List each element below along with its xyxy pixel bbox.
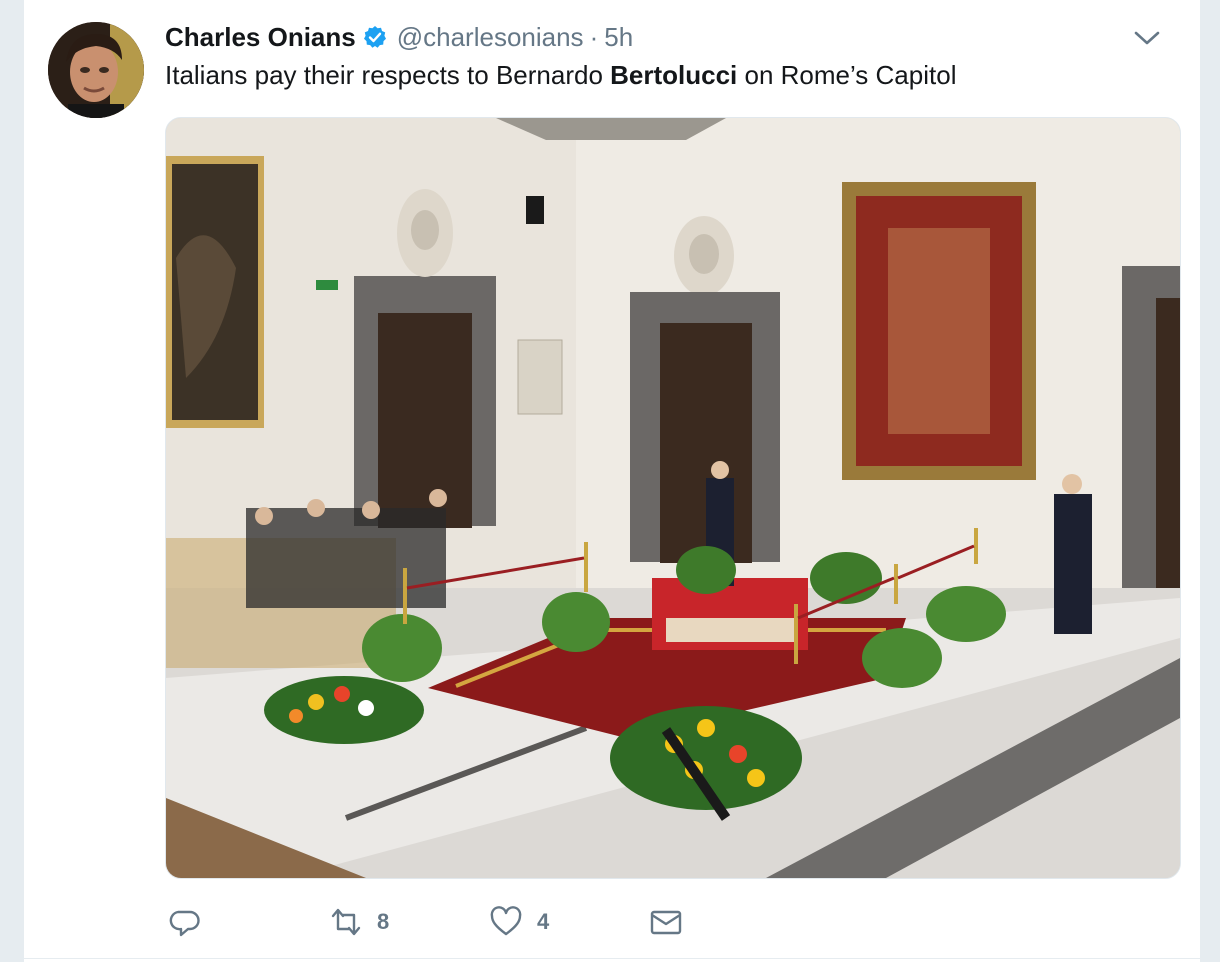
envelope-icon [650, 910, 682, 935]
tweet-text-highlight: Bertolucci [610, 60, 738, 90]
chevron-down-icon [1134, 31, 1160, 45]
direct-message-button[interactable] [649, 900, 683, 944]
tweet-card[interactable]: Charles Onians @charlesonians · 5h Itali… [24, 0, 1200, 962]
like-button[interactable]: 4 [489, 900, 549, 944]
retweet-icon [331, 908, 361, 936]
photo-image [166, 118, 1180, 878]
tweet-photo[interactable] [165, 117, 1181, 879]
verified-badge-icon [363, 25, 387, 49]
tweet-text-part: on Rome’s Capitol [737, 60, 957, 90]
retweet-count: 8 [377, 909, 390, 934]
tweet-text: Italians pay their respects to Bernardo … [165, 60, 956, 91]
header-separator: · [589, 21, 599, 52]
like-count: 4 [537, 909, 550, 934]
reply-icon [169, 910, 200, 937]
author-avatar[interactable] [48, 22, 144, 118]
more-options-button[interactable] [1132, 26, 1162, 50]
tweet-text-part: Italians pay their respects to Bernardo [165, 60, 611, 90]
retweet-button[interactable]: 8 [329, 900, 389, 944]
author-handle[interactable]: @charlesonians [397, 22, 584, 53]
heart-icon [490, 906, 522, 936]
tweet-header: Charles Onians @charlesonians · 5h [165, 20, 633, 54]
reply-button[interactable] [169, 900, 203, 944]
divider [24, 958, 1200, 959]
avatar-image [48, 22, 144, 118]
tweet-timestamp[interactable]: 5h [604, 22, 633, 53]
author-name[interactable]: Charles Onians [165, 22, 356, 53]
